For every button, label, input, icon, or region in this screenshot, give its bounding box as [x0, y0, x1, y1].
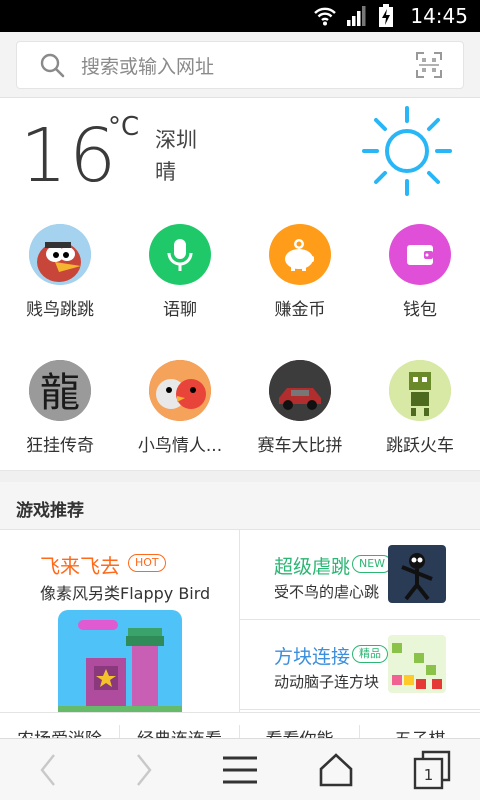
premium-badge: 精品: [352, 645, 388, 663]
piggy-bank-icon: [269, 224, 331, 285]
qr-scan-icon[interactable]: [415, 51, 443, 79]
game-card-fangkuailianjie[interactable]: 方块连接 精品 动动脑子连方块: [240, 620, 480, 710]
game-desc: 动动脑子连方块: [274, 673, 380, 691]
app-label: 赚金币: [274, 300, 326, 320]
new-badge: NEW: [352, 555, 393, 573]
back-button[interactable]: [0, 739, 96, 800]
home-button[interactable]: [288, 739, 384, 800]
pixel-robot-icon: [389, 360, 451, 421]
battery-charging-icon: [379, 4, 394, 27]
app-label: 跳跃火车: [386, 436, 454, 456]
chevron-left-icon: [40, 754, 55, 786]
hot-badge: HOT: [128, 554, 166, 572]
svg-text:龍: 龍: [40, 370, 80, 416]
games-section-title: 游戏推荐: [16, 501, 84, 521]
sunny-weather-icon: [362, 106, 452, 196]
games-section-header: 游戏推荐: [0, 482, 480, 530]
featured-game-name: 飞来飞去: [40, 554, 120, 578]
game-tab[interactable]: 五子棋: [360, 725, 480, 738]
weather-widget[interactable]: 16 °C 深圳 晴: [0, 98, 480, 210]
game-tabs-row: 农场爱消除 经典连连看 看看你能 五子棋: [0, 712, 480, 738]
featured-game-card[interactable]: 飞来飞去 HOT 像素风另类Flappy Bird: [0, 530, 240, 712]
app-label: 贱鸟跳跳: [26, 300, 94, 320]
forward-button[interactable]: [96, 739, 192, 800]
block-puzzle-game-art: [388, 635, 446, 693]
angry-bird-icon: [29, 224, 91, 285]
chevron-right-icon: [137, 754, 152, 786]
game-tab[interactable]: 经典连连看: [120, 725, 240, 738]
game-desc: 受不鸟的虐心跳: [274, 583, 380, 601]
clock: 14:45: [410, 4, 468, 28]
weather-condition: 晴: [155, 160, 176, 184]
stickman-game-art: [388, 545, 446, 603]
app-tiaoyue[interactable]: 跳跃火车: [360, 346, 480, 456]
bottom-navigation: 1: [0, 738, 480, 800]
app-xiaoniao[interactable]: 小鸟情人...: [120, 346, 240, 456]
tabs-button[interactable]: 1: [384, 739, 480, 800]
wallet-icon: [389, 224, 451, 285]
temperature: 16: [20, 113, 119, 199]
app-qianbao[interactable]: 钱包: [360, 210, 480, 320]
wifi-icon: [314, 7, 337, 26]
game-card-chaojinuetiao[interactable]: 超级虐跳 NEW 受不鸟的虐心跳: [240, 530, 480, 620]
bird-lovers-icon: [149, 360, 211, 421]
game-tab[interactable]: 农场爱消除: [0, 725, 120, 738]
app-kuanggua[interactable]: 龍 狂挂传奇: [0, 346, 120, 456]
app-saiche[interactable]: 赛车大比拼: [240, 346, 360, 456]
tab-count: 1: [424, 766, 434, 784]
menu-button[interactable]: [192, 739, 288, 800]
race-car-icon: [269, 360, 331, 421]
home-icon: [319, 753, 353, 787]
search-icon: [40, 53, 65, 78]
city-name: 深圳: [155, 128, 197, 152]
app-zhuanjinbi[interactable]: 赚金币: [240, 210, 360, 320]
search-area: 搜索或输入网址: [0, 32, 480, 98]
pixel-castle-game-art: [58, 610, 182, 712]
app-grid: 贱鸟跳跳 语聊 赚金币 钱包 龍 狂挂传奇 小鸟情人... 赛车大比拼 跳跃火车: [0, 210, 480, 468]
microphone-icon: [149, 224, 211, 285]
section-divider: [0, 470, 480, 482]
game-tab[interactable]: 看看你能: [240, 725, 360, 738]
app-jianniao[interactable]: 贱鸟跳跳: [0, 210, 120, 320]
app-label: 赛车大比拼: [257, 436, 343, 456]
game-name: 方块连接: [274, 646, 351, 668]
app-yuliao[interactable]: 语聊: [120, 210, 240, 320]
search-placeholder: 搜索或输入网址: [81, 55, 215, 78]
app-label: 小鸟情人...: [137, 436, 223, 456]
app-label: 狂挂传奇: [26, 436, 94, 456]
tabs-icon: 1: [413, 750, 451, 790]
status-bar: 14:45: [0, 0, 480, 32]
app-label: 钱包: [403, 300, 437, 320]
temperature-unit: °C: [108, 112, 140, 142]
search-input[interactable]: 搜索或输入网址: [16, 41, 464, 89]
menu-icon: [223, 756, 257, 784]
featured-game-desc: 像素风另类Flappy Bird: [40, 584, 211, 603]
signal-icon: [347, 6, 366, 26]
app-label: 语聊: [163, 300, 197, 320]
browser-home-page: 14:45 搜索或输入网址 16 °C 深圳 晴 贱鸟跳跳 语聊 赚金币 钱包 …: [0, 0, 480, 800]
dragon-character-icon: 龍: [29, 360, 91, 421]
game-name: 超级虐跳: [274, 556, 351, 578]
